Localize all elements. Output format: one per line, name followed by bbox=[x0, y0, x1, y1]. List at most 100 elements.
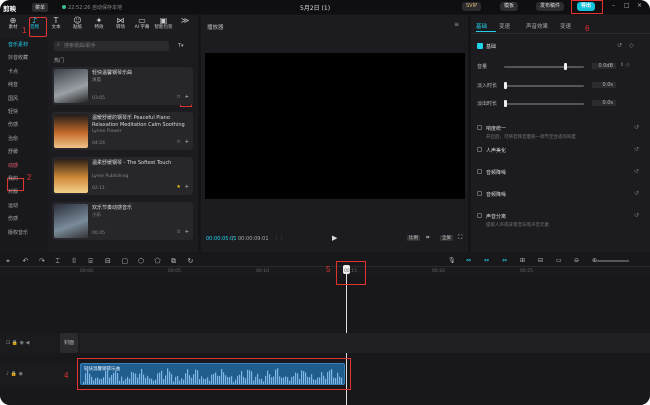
add-plus-icon[interactable]: + bbox=[185, 184, 189, 190]
timeline-tool-icon[interactable]: ⌖ bbox=[6, 257, 10, 266]
collab-button[interactable]: 模板 bbox=[500, 2, 519, 11]
option-checkbox[interactable] bbox=[477, 147, 482, 152]
tool-text[interactable]: T 文本 bbox=[46, 16, 66, 31]
focus-icon[interactable]: ⌗ bbox=[426, 234, 429, 242]
publish-button[interactable]: 发布稿件 bbox=[536, 2, 565, 11]
fadein-slider[interactable] bbox=[504, 85, 584, 87]
option-checkbox[interactable] bbox=[477, 213, 482, 218]
keyframe-icon[interactable]: ◇ bbox=[629, 42, 634, 49]
timeline-right-tool-icon[interactable]: ⇔ bbox=[466, 257, 471, 264]
menu-button[interactable]: 菜单 bbox=[32, 3, 49, 12]
music-card[interactable]: 欢乐节奏动感音乐 小乐 00:45 ☆ + bbox=[52, 202, 193, 240]
timeline-tool-icon[interactable]: ⌶ bbox=[56, 257, 60, 266]
category-item[interactable]: 卡点 bbox=[0, 67, 48, 78]
close-icon[interactable]: × bbox=[637, 2, 642, 9]
tool-import[interactable]: ⊕ 素材 bbox=[3, 16, 23, 31]
category-item[interactable]: 对版 bbox=[0, 187, 48, 198]
video-track-controls-icon[interactable]: ⊡ 🔒 ◉ ◀ bbox=[6, 340, 29, 346]
category-item[interactable]: 抖音收藏 bbox=[0, 53, 48, 64]
tool-sticker[interactable]: ☺ 贴纸 bbox=[68, 16, 88, 31]
volume-value[interactable]: 0.0dB bbox=[592, 63, 616, 69]
category-item[interactable]: 伤感 bbox=[0, 120, 48, 131]
reset-icon[interactable]: ↺ bbox=[634, 146, 639, 153]
timeline-right-tool-icon[interactable]: ⊖ bbox=[574, 257, 579, 264]
timeline-tool-icon[interactable]: ⌷ bbox=[72, 257, 76, 266]
reset-icon[interactable]: ↺ bbox=[634, 190, 639, 197]
timeline-tool-icon[interactable]: ↻ bbox=[188, 257, 194, 265]
reset-icon[interactable]: ↺ bbox=[634, 124, 639, 131]
timeline-tool-icon[interactable]: ↷ bbox=[39, 257, 45, 265]
category-item[interactable]: 运动 bbox=[0, 201, 48, 212]
timeline-tool-icon[interactable]: ⬠ bbox=[155, 257, 161, 265]
timeline-right-tool-icon[interactable]: ▭ bbox=[556, 257, 562, 264]
volume-slider[interactable] bbox=[504, 66, 584, 68]
tool-effects[interactable]: ✦ 特效 bbox=[89, 16, 109, 31]
favorite-star-icon[interactable]: ☆ bbox=[176, 229, 180, 235]
category-item[interactable]: 轻快 bbox=[0, 107, 48, 118]
category-item[interactable]: 国风 bbox=[0, 94, 48, 105]
tool-more[interactable]: ≫ bbox=[175, 16, 195, 25]
reset-icon[interactable]: ↺ bbox=[634, 212, 639, 219]
audio-track-controls-icon[interactable]: ♪ 🔒 ◉ bbox=[6, 371, 23, 377]
tab-basic[interactable]: 基础 bbox=[476, 22, 487, 30]
tab-voice-effects[interactable]: 声音效果 bbox=[526, 22, 548, 30]
timeline-right-tool-icon[interactable]: ⊞ bbox=[520, 257, 525, 264]
tab-speed-2[interactable]: 变速 bbox=[560, 22, 571, 30]
volume-stepper-icon[interactable]: ⇕ ◇ bbox=[620, 62, 630, 68]
category-item[interactable]: 音乐素材 bbox=[0, 40, 48, 51]
add-plus-icon[interactable]: + bbox=[185, 229, 189, 235]
category-item[interactable]: 纯音 bbox=[0, 80, 48, 91]
favorite-star-icon[interactable]: ☆ bbox=[176, 139, 180, 145]
music-card[interactable]: 温柔舒缓钢琴 - The Softest Touch Lyme Publishin… bbox=[52, 157, 193, 195]
fadein-value[interactable]: 0.0s bbox=[592, 82, 616, 88]
music-card[interactable]: 温暖舒缓的钢琴乐 Peaceful Piano Relaxation Medit… bbox=[52, 112, 193, 150]
category-item[interactable]: 治愈 bbox=[0, 134, 48, 145]
video-track-lane[interactable] bbox=[80, 333, 650, 353]
option-checkbox[interactable] bbox=[477, 169, 482, 174]
tool-transition[interactable]: ⋈ 转场 bbox=[111, 16, 131, 31]
ratio-button[interactable]: 比例 bbox=[407, 235, 420, 241]
search-input[interactable]: 搜索歌曲/歌手 bbox=[54, 41, 169, 51]
timeline-right-tool-icon[interactable]: ⇔ bbox=[502, 257, 507, 264]
category-item[interactable]: 动感 bbox=[0, 161, 48, 172]
favorite-star-icon[interactable]: ★ bbox=[176, 184, 180, 190]
timeline-tool-icon[interactable]: ⬡ bbox=[138, 257, 144, 265]
player-menu-icon[interactable]: ≡ bbox=[454, 21, 459, 28]
timeline-tool-icon[interactable]: ⧉ bbox=[171, 257, 176, 266]
tool-smart-pack[interactable]: ▣ 智能包装 bbox=[154, 16, 174, 31]
basic-checkbox[interactable] bbox=[477, 43, 483, 49]
zoom-slider[interactable] bbox=[595, 260, 629, 262]
tool-audio[interactable]: ♪ 音频 bbox=[25, 16, 45, 31]
fullscreen-icon[interactable]: ⛶ bbox=[458, 234, 462, 242]
fadein-thumb[interactable] bbox=[504, 82, 507, 89]
category-item[interactable]: 伤感 bbox=[0, 214, 48, 225]
cover-button[interactable]: 封面 bbox=[60, 333, 78, 353]
reset-icon[interactable]: ↺ bbox=[634, 168, 639, 175]
video-preview[interactable] bbox=[205, 53, 465, 199]
fadeout-thumb[interactable] bbox=[504, 100, 507, 107]
add-plus-icon[interactable]: + bbox=[185, 94, 189, 100]
volume-thumb[interactable] bbox=[564, 63, 567, 70]
option-checkbox[interactable] bbox=[477, 191, 482, 196]
add-plus-icon[interactable]: + bbox=[185, 139, 189, 145]
category-item[interactable]: 舒缓 bbox=[0, 147, 48, 158]
fadeout-value[interactable]: 0.0s bbox=[592, 100, 616, 106]
svip-badge[interactable]: SVIP bbox=[462, 2, 482, 11]
timecode-icon[interactable]: ⋮⋮ bbox=[274, 235, 284, 241]
category-item[interactable]: 版权音乐 bbox=[0, 228, 48, 239]
music-card[interactable]: 轻快温馨钢琴乐曲 清晨 03:05 ☆ + bbox=[52, 67, 193, 105]
minimize-icon[interactable]: – bbox=[612, 2, 615, 9]
fullscreen-ratio-button[interactable]: 全屏 bbox=[440, 235, 453, 241]
timeline-tool-icon[interactable]: ↶ bbox=[23, 257, 29, 265]
filter-button[interactable]: T▾ bbox=[178, 43, 184, 49]
maximize-icon[interactable]: □ bbox=[624, 2, 630, 9]
fadeout-slider[interactable] bbox=[504, 103, 584, 105]
category-item[interactable]: 我的 bbox=[0, 174, 48, 185]
option-checkbox[interactable] bbox=[477, 125, 482, 130]
reset-icon[interactable]: ↺ bbox=[617, 42, 622, 49]
timeline-right-tool-icon[interactable]: ⇔ bbox=[484, 257, 489, 264]
timeline-tool-icon[interactable]: ⌸ bbox=[89, 257, 93, 266]
timeline-tool-icon[interactable]: ▢ bbox=[122, 257, 129, 265]
timeline-right-tool-icon[interactable]: 🎙 bbox=[448, 257, 456, 264]
tool-ai-caption[interactable]: ▭ AI 字幕 bbox=[132, 16, 152, 31]
